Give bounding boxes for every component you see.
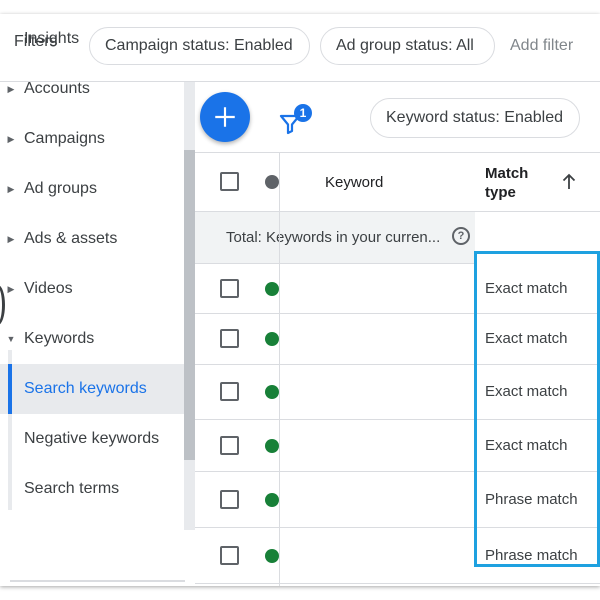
plus-icon xyxy=(215,107,235,127)
sidebar-item-search-keywords[interactable]: Search keywords xyxy=(0,364,184,414)
row-checkbox[interactable] xyxy=(220,382,239,401)
add-button[interactable] xyxy=(200,92,250,142)
chevron-right-icon: ▶ xyxy=(7,233,15,244)
sidebar-item-label: Insights xyxy=(24,30,80,47)
sidebar-item-label: Search terms xyxy=(24,480,120,497)
filter-button[interactable]: 1 xyxy=(276,104,316,140)
status-enabled-icon xyxy=(265,548,279,563)
sidebar-item-campaigns[interactable]: ▶ Campaigns xyxy=(0,114,184,164)
sidebar-scrollbar-thumb[interactable] xyxy=(184,150,195,460)
sidebar-item-accounts[interactable]: ▶ Accounts xyxy=(0,64,184,114)
sidebar-item-search-terms[interactable]: Search terms xyxy=(0,464,184,514)
sidebar-item-ad-groups[interactable]: ▶ Ad groups xyxy=(0,164,184,214)
status-enabled-icon xyxy=(265,438,279,453)
sidebar-item-label: Ads & assets xyxy=(24,230,118,247)
match-type-column-header[interactable]: Match type xyxy=(485,164,545,202)
sidebar-item-label: Negative keywords xyxy=(24,430,160,447)
chevron-right-icon: ▶ xyxy=(7,183,15,194)
select-all-checkbox[interactable] xyxy=(220,172,239,191)
sidebar-divider xyxy=(10,580,185,582)
sidebar-item-label: Videos xyxy=(24,280,73,297)
keyword-column-header[interactable]: Keyword xyxy=(325,174,383,191)
keyword-status-filter-chip[interactable]: Keyword status: Enabled xyxy=(370,98,580,138)
row-checkbox[interactable] xyxy=(220,329,239,348)
status-column-icon xyxy=(265,175,279,189)
sidebar-item-label: Ad groups xyxy=(24,180,97,197)
row-checkbox[interactable] xyxy=(220,489,239,509)
sidebar-item-label: Keywords xyxy=(24,330,95,347)
sort-ascending-icon[interactable] xyxy=(561,173,577,191)
sidebar-item-ads-assets[interactable]: ▶ Ads & assets xyxy=(0,214,184,264)
filter-count-badge: 1 xyxy=(294,104,312,122)
chevron-right-icon: ▶ xyxy=(7,283,15,294)
sidebar-item-label: Search keywords xyxy=(24,380,147,397)
chevron-right-icon: ▶ xyxy=(7,83,15,94)
status-enabled-icon xyxy=(265,385,279,399)
row-checkbox[interactable] xyxy=(220,435,239,455)
sidebar-item-label: Accounts xyxy=(24,80,90,97)
sidebar-item-insights[interactable]: Insights xyxy=(0,14,184,64)
status-enabled-icon xyxy=(265,492,279,507)
status-enabled-icon xyxy=(265,281,279,296)
chevron-down-icon: ▼ xyxy=(6,334,16,344)
row-checkbox[interactable] xyxy=(220,278,239,298)
match-type-highlight-box xyxy=(474,251,600,567)
sidebar-item-negative-keywords[interactable]: Negative keywords xyxy=(0,414,184,464)
column-divider xyxy=(279,152,280,586)
row-checkbox[interactable] xyxy=(220,545,239,565)
table-header-row: Keyword Match type xyxy=(195,152,600,212)
total-row-label: Total: Keywords in your curren... xyxy=(226,229,441,246)
help-icon[interactable]: ? xyxy=(452,227,470,245)
status-enabled-icon xyxy=(265,332,279,346)
sidebar-item-label: Campaigns xyxy=(24,130,105,147)
sidebar-item-keywords[interactable]: ▼ Keywords xyxy=(0,314,184,364)
ad-group-status-filter-chip[interactable]: Ad group status: All xyxy=(320,27,495,65)
sidebar-item-videos[interactable]: ▶ Videos xyxy=(0,264,184,314)
chevron-right-icon: ▶ xyxy=(7,133,15,144)
add-filter-button[interactable]: Add filter xyxy=(510,37,573,55)
